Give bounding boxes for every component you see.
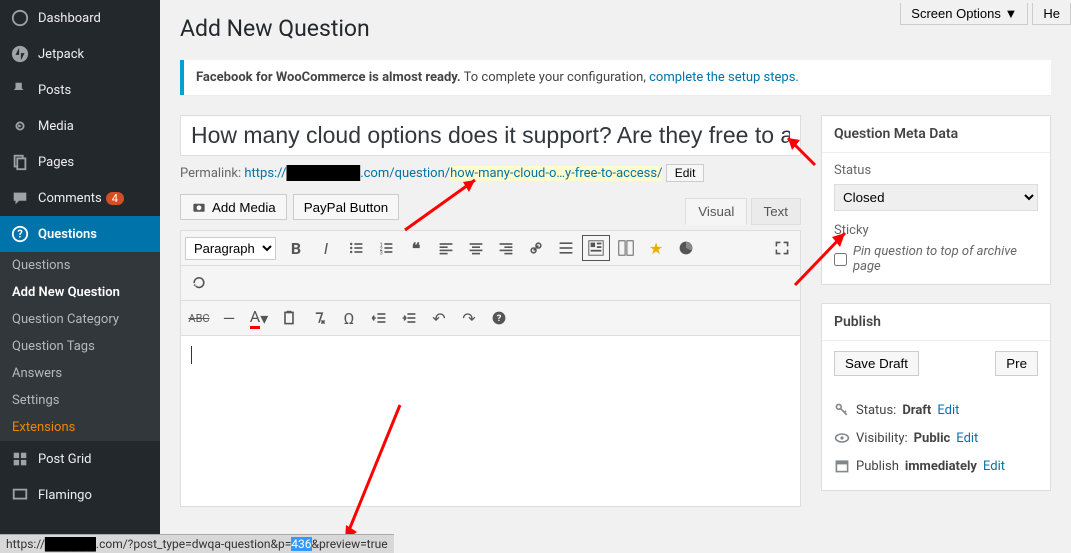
paste-button[interactable]	[275, 305, 303, 331]
schedule-edit-link[interactable]: Edit	[983, 459, 1005, 474]
ul-button[interactable]	[342, 235, 370, 261]
special-char-button[interactable]: Ω	[335, 305, 363, 331]
permalink-row: Permalink: https://████████.com/question…	[180, 156, 801, 190]
jetpack-icon	[10, 44, 30, 64]
browser-status-bar: https://██████.com/?post_type=dwqa-quest…	[0, 534, 394, 553]
sidebar-item-post-grid[interactable]: Post Grid	[0, 441, 160, 477]
align-center-button[interactable]	[462, 235, 490, 261]
redo-button[interactable]: ↷	[455, 305, 483, 331]
sub-answers[interactable]: Answers	[0, 360, 160, 387]
grid-icon	[10, 449, 30, 469]
paypal-button[interactable]: PayPal Button	[293, 194, 399, 220]
editor-wrap: Paragraph B I 123 ❝ ★	[180, 230, 801, 507]
comment-icon	[10, 188, 30, 208]
sticky-checkbox[interactable]	[834, 253, 847, 266]
sidebar-item-questions[interactable]: ?Questions	[0, 216, 160, 252]
status-label: Status	[834, 163, 1038, 178]
visibility-edit-link[interactable]: Edit	[956, 431, 978, 446]
strike-button[interactable]: ABC	[185, 305, 213, 331]
sidebar-item-flamingo[interactable]: Flamingo	[0, 477, 160, 513]
sidebar-item-posts[interactable]: Posts	[0, 72, 160, 108]
facebook-notice: Facebook for WooCommerce is almost ready…	[180, 60, 1051, 95]
permalink-link[interactable]: https://████████.com/question/how-many-c…	[244, 166, 662, 181]
align-right-button[interactable]	[492, 235, 520, 261]
align-left-button[interactable]	[432, 235, 460, 261]
key-icon	[834, 402, 850, 418]
calendar-icon	[834, 458, 850, 474]
pages-icon	[10, 152, 30, 172]
sub-question-tags[interactable]: Question Tags	[0, 333, 160, 360]
publish-box: Publish Save Draft Pre Status: Draft Edi…	[821, 303, 1051, 491]
content-editor[interactable]	[181, 336, 800, 506]
hr-button[interactable]: —	[215, 305, 243, 331]
question-meta-box: Question Meta Data Status Closed Sticky …	[821, 115, 1051, 285]
comments-badge: 4	[106, 192, 124, 205]
status-edit-link[interactable]: Edit	[937, 403, 959, 418]
camera-icon	[191, 199, 207, 215]
post-body: Permalink: https://████████.com/question…	[180, 115, 801, 509]
sub-questions[interactable]: Questions	[0, 252, 160, 279]
chart-button[interactable]	[672, 235, 700, 261]
star-button[interactable]: ★	[642, 235, 670, 261]
notice-link[interactable]: complete the setup steps.	[649, 70, 799, 85]
clear-format-button[interactable]	[305, 305, 333, 331]
fullscreen-button[interactable]	[768, 235, 796, 261]
status-select[interactable]: Closed	[834, 184, 1038, 211]
sticky-label: Sticky	[834, 223, 1038, 238]
sub-extensions[interactable]: Extensions	[0, 414, 160, 441]
link-button[interactable]	[522, 235, 550, 261]
dashboard-icon	[10, 8, 30, 28]
toolbar-row1: Paragraph B I 123 ❝ ★	[181, 231, 800, 266]
refresh-button[interactable]	[185, 270, 213, 296]
sidebar-item-media[interactable]: Media	[0, 108, 160, 144]
sidebar-item-jetpack[interactable]: Jetpack	[0, 36, 160, 72]
more-button[interactable]	[552, 235, 580, 261]
main-content: Screen Options ▼ He Add New Question Fac…	[160, 0, 1071, 509]
svg-text:?: ?	[17, 228, 22, 241]
format-dropdown[interactable]: Paragraph	[185, 237, 276, 260]
preview-button[interactable]: Pre	[995, 351, 1038, 376]
ol-button[interactable]: 123	[372, 235, 400, 261]
title-input[interactable]	[180, 115, 801, 156]
indent-button[interactable]	[395, 305, 423, 331]
media-icon	[10, 116, 30, 136]
sidebar-item-dashboard[interactable]: Dashboard	[0, 0, 160, 36]
svg-text:3: 3	[380, 250, 383, 256]
flamingo-icon	[10, 485, 30, 505]
mystery2-button[interactable]	[612, 235, 640, 261]
undo-button[interactable]: ↶	[425, 305, 453, 331]
quote-button[interactable]: ❝	[402, 235, 430, 261]
sidebar-item-comments[interactable]: Comments4	[0, 180, 160, 216]
svg-text:?: ?	[497, 313, 502, 324]
mystery1-button[interactable]	[582, 235, 610, 261]
italic-button[interactable]: I	[312, 235, 340, 261]
textcolor-button[interactable]: A ▾	[245, 305, 273, 331]
sub-question-category[interactable]: Question Category	[0, 306, 160, 333]
screen-options-button[interactable]: Screen Options ▼	[900, 3, 1028, 25]
sub-settings[interactable]: Settings	[0, 387, 160, 414]
top-buttons: Screen Options ▼ He	[900, 3, 1071, 25]
outdent-button[interactable]	[365, 305, 393, 331]
sub-add-new-question[interactable]: Add New Question	[0, 279, 160, 306]
question-icon: ?	[10, 224, 30, 244]
questions-submenu: Questions Add New Question Question Cate…	[0, 252, 160, 441]
tab-visual[interactable]: Visual	[685, 198, 747, 225]
bold-button[interactable]: B	[282, 235, 310, 261]
add-media-button[interactable]: Add Media	[180, 194, 287, 220]
help-icon-button[interactable]: ?	[485, 305, 513, 331]
help-button[interactable]: He	[1032, 3, 1071, 25]
permalink-edit-button[interactable]: Edit	[666, 164, 705, 182]
tab-text[interactable]: Text	[751, 198, 801, 225]
pin-icon	[10, 80, 30, 100]
toolbar-row2: ABC — A ▾ Ω ↶ ↷ ?	[181, 301, 800, 336]
meta-sidebar: Question Meta Data Status Closed Sticky …	[821, 115, 1051, 509]
save-draft-button[interactable]: Save Draft	[834, 351, 919, 376]
admin-sidebar: Dashboard Jetpack Posts Media Pages Comm…	[0, 0, 160, 553]
eye-icon	[834, 430, 850, 446]
toolbar-row1b	[181, 266, 800, 301]
sidebar-item-pages[interactable]: Pages	[0, 144, 160, 180]
